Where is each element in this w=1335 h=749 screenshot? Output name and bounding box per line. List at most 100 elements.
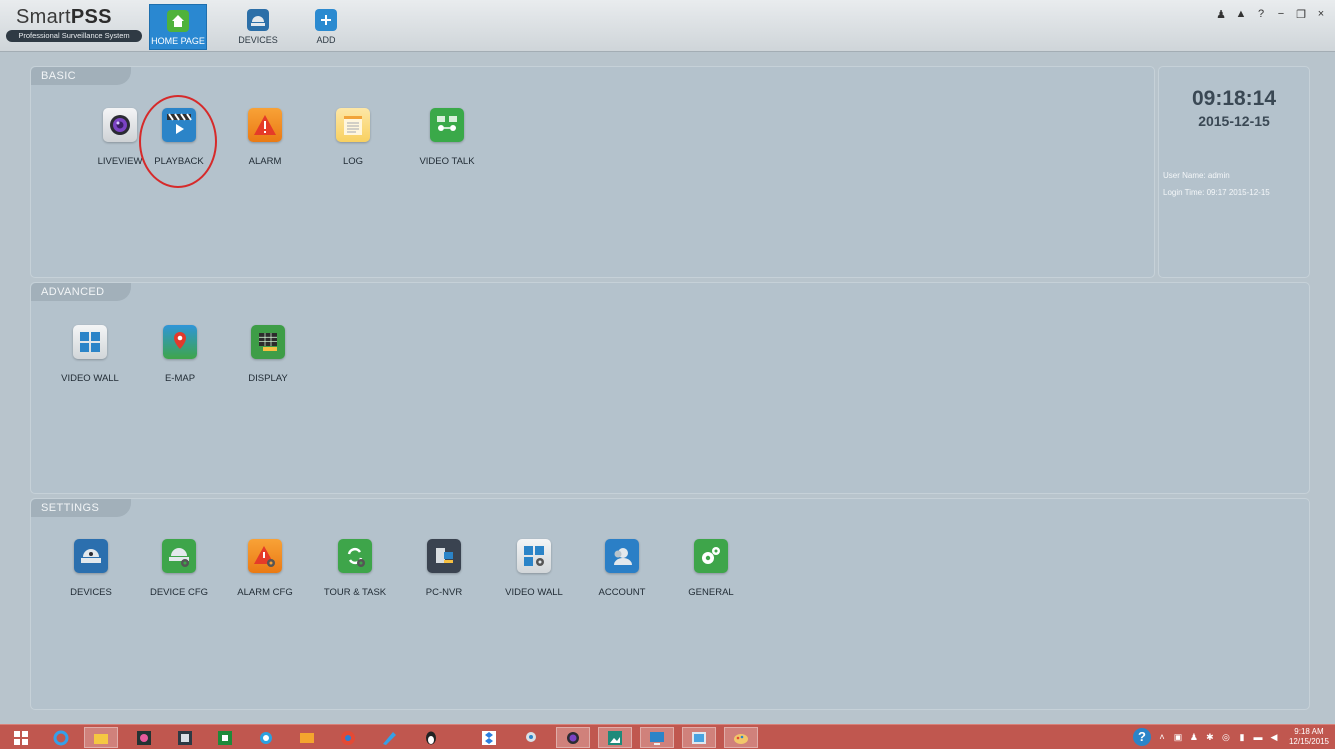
- app-label: DISPLAY: [248, 373, 288, 384]
- app-label: TOUR & TASK: [323, 587, 387, 598]
- help-button[interactable]: ?: [1255, 8, 1267, 21]
- title-bar: SmartPSS Professional Surveillance Syste…: [0, 0, 1335, 52]
- app-label: DEVICES: [70, 587, 112, 598]
- qq-penguin-icon[interactable]: [414, 727, 448, 748]
- liveview-camera-icon: [103, 108, 137, 142]
- video-talk-icon: [430, 108, 464, 142]
- home-icon: [167, 10, 189, 32]
- app-name: SmartPSS: [16, 6, 112, 28]
- app-label: PC-NVR: [425, 587, 463, 598]
- person-icon[interactable]: ♟: [1215, 8, 1227, 21]
- app-label: VIDEO WALL: [61, 373, 119, 384]
- app-label: ACCOUNT: [598, 587, 646, 598]
- display-grid-icon: [251, 325, 285, 359]
- taskbar-date: 12/15/2015: [1288, 737, 1329, 746]
- video-wall-cfg-icon: [517, 539, 551, 573]
- user-info: User Name: admin Login Time: 09:17 2015-…: [1163, 167, 1270, 201]
- pc-nvr-icon: [427, 539, 461, 573]
- status-panel: 09:18:14 2015-12-15 User Name: admin Log…: [1158, 66, 1310, 278]
- tab-label: HOME PAGE: [151, 36, 205, 46]
- app-alarm-cfg[interactable]: ALARM CFG: [225, 539, 305, 598]
- app-label: E-MAP: [164, 373, 196, 384]
- app-settings-devices[interactable]: DEVICES: [51, 539, 131, 598]
- minimize-button[interactable]: −: [1275, 8, 1287, 21]
- app-grid-icon[interactable]: [127, 727, 161, 748]
- video-wall-icon: [73, 325, 107, 359]
- webcam-app-icon[interactable]: [514, 727, 548, 748]
- basic-panel: BASIC LIVEVIEW PLAYBACK ALARM LOG VIDEO …: [30, 66, 1155, 278]
- app-label: VIDEO TALK: [419, 156, 475, 167]
- app-alarm[interactable]: ALARM: [225, 108, 305, 167]
- chrome-icon[interactable]: [331, 727, 365, 748]
- app-display[interactable]: DISPLAY: [228, 325, 308, 384]
- alarm-warning-icon: [248, 108, 282, 142]
- monitor-app-icon[interactable]: [640, 727, 674, 748]
- tab-label: DEVICES: [238, 35, 278, 45]
- chat-icon[interactable]: [249, 727, 283, 748]
- tray-tools-icon[interactable]: ✱: [1205, 732, 1215, 742]
- internet-explorer-icon[interactable]: [44, 727, 78, 748]
- app-playback[interactable]: PLAYBACK: [139, 108, 219, 167]
- image-viewer-icon[interactable]: [682, 727, 716, 748]
- clock-time: 09:18:14: [1191, 87, 1277, 110]
- app-device-cfg[interactable]: DEVICE CFG: [139, 539, 219, 598]
- liveview-taskbar-icon[interactable]: [556, 727, 590, 748]
- chevron-up-icon[interactable]: ˄: [1157, 732, 1167, 742]
- account-icon: [605, 539, 639, 573]
- pen-app-icon[interactable]: [372, 727, 406, 748]
- mail-icon[interactable]: [290, 727, 324, 748]
- file-explorer-icon[interactable]: [84, 727, 118, 748]
- windows-start-icon[interactable]: [4, 727, 38, 748]
- app-e-map[interactable]: E-MAP: [140, 325, 220, 384]
- app-label: LOG: [342, 156, 364, 167]
- app-video-talk[interactable]: VIDEO TALK: [407, 108, 487, 167]
- app-tour-task[interactable]: TOUR & TASK: [315, 539, 395, 598]
- app-label: PLAYBACK: [154, 156, 204, 167]
- taskbar-time: 9:18 AM: [1294, 727, 1324, 736]
- app-label: ALARM: [248, 156, 282, 167]
- tab-home-page[interactable]: HOME PAGE: [149, 4, 207, 50]
- app-logo: SmartPSS Professional Surveillance Syste…: [6, 6, 142, 44]
- taskbar-clock[interactable]: 9:18 AM 12/15/2015: [1289, 727, 1329, 747]
- restore-icon[interactable]: ❐: [1295, 8, 1307, 21]
- panel-title-settings: SETTINGS: [31, 499, 131, 517]
- tab-devices[interactable]: DEVICES: [229, 4, 287, 50]
- battery-icon[interactable]: ▬: [1253, 732, 1263, 742]
- dropbox-icon[interactable]: [472, 727, 506, 748]
- app-video-wall[interactable]: VIDEO WALL: [50, 325, 130, 384]
- window-controls: ♟ ▲ ? − ❐ ×: [1215, 8, 1327, 21]
- alarm-cfg-icon: [248, 539, 282, 573]
- dome-camera-icon: [74, 539, 108, 573]
- app-label: GENERAL: [688, 587, 734, 598]
- help-circle-icon[interactable]: ?: [1132, 728, 1151, 746]
- plus-icon: [315, 9, 337, 31]
- tray-qq-icon[interactable]: ♟: [1189, 732, 1199, 742]
- user-name: User Name: admin: [1163, 171, 1230, 180]
- app-log[interactable]: LOG: [313, 108, 393, 167]
- smartpss-taskbar-icon[interactable]: [168, 727, 202, 748]
- app-general[interactable]: GENERAL: [671, 539, 751, 598]
- app-label: DEVICE CFG: [149, 587, 209, 598]
- tab-add[interactable]: ADD: [297, 4, 355, 50]
- playback-clapper-icon: [162, 108, 196, 142]
- gears-icon: [694, 539, 728, 573]
- settings-panel: SETTINGS DEVICES DEVICE CFG ALARM CFG TO…: [30, 498, 1310, 710]
- clock-date: 2015-12-15: [1198, 113, 1270, 129]
- tray-network-icon[interactable]: ◎: [1221, 732, 1231, 742]
- system-tray: ? ˄ ▣ ♟ ✱ ◎ ▮ ▬ ◀ 9:18 AM 12/15/2015: [1132, 725, 1335, 749]
- camera-dome-icon: [247, 9, 269, 31]
- app-pc-nvr[interactable]: PC-NVR: [404, 539, 484, 598]
- tab-label: ADD: [316, 35, 336, 45]
- login-time: Login Time: 09:17 2015-12-15: [1163, 188, 1270, 197]
- lock-icon[interactable]: ▲: [1235, 8, 1247, 21]
- store-icon[interactable]: [208, 727, 242, 748]
- signal-icon[interactable]: ▮: [1237, 732, 1247, 742]
- volume-icon[interactable]: ◀: [1269, 732, 1279, 742]
- photos-icon[interactable]: [598, 727, 632, 748]
- close-button[interactable]: ×: [1315, 8, 1327, 21]
- app-account[interactable]: ACCOUNT: [582, 539, 662, 598]
- panel-title-basic: BASIC: [31, 67, 131, 85]
- tray-app-icon[interactable]: ▣: [1173, 732, 1183, 742]
- app-video-wall-cfg[interactable]: VIDEO WALL: [494, 539, 574, 598]
- paint-icon[interactable]: [724, 727, 758, 748]
